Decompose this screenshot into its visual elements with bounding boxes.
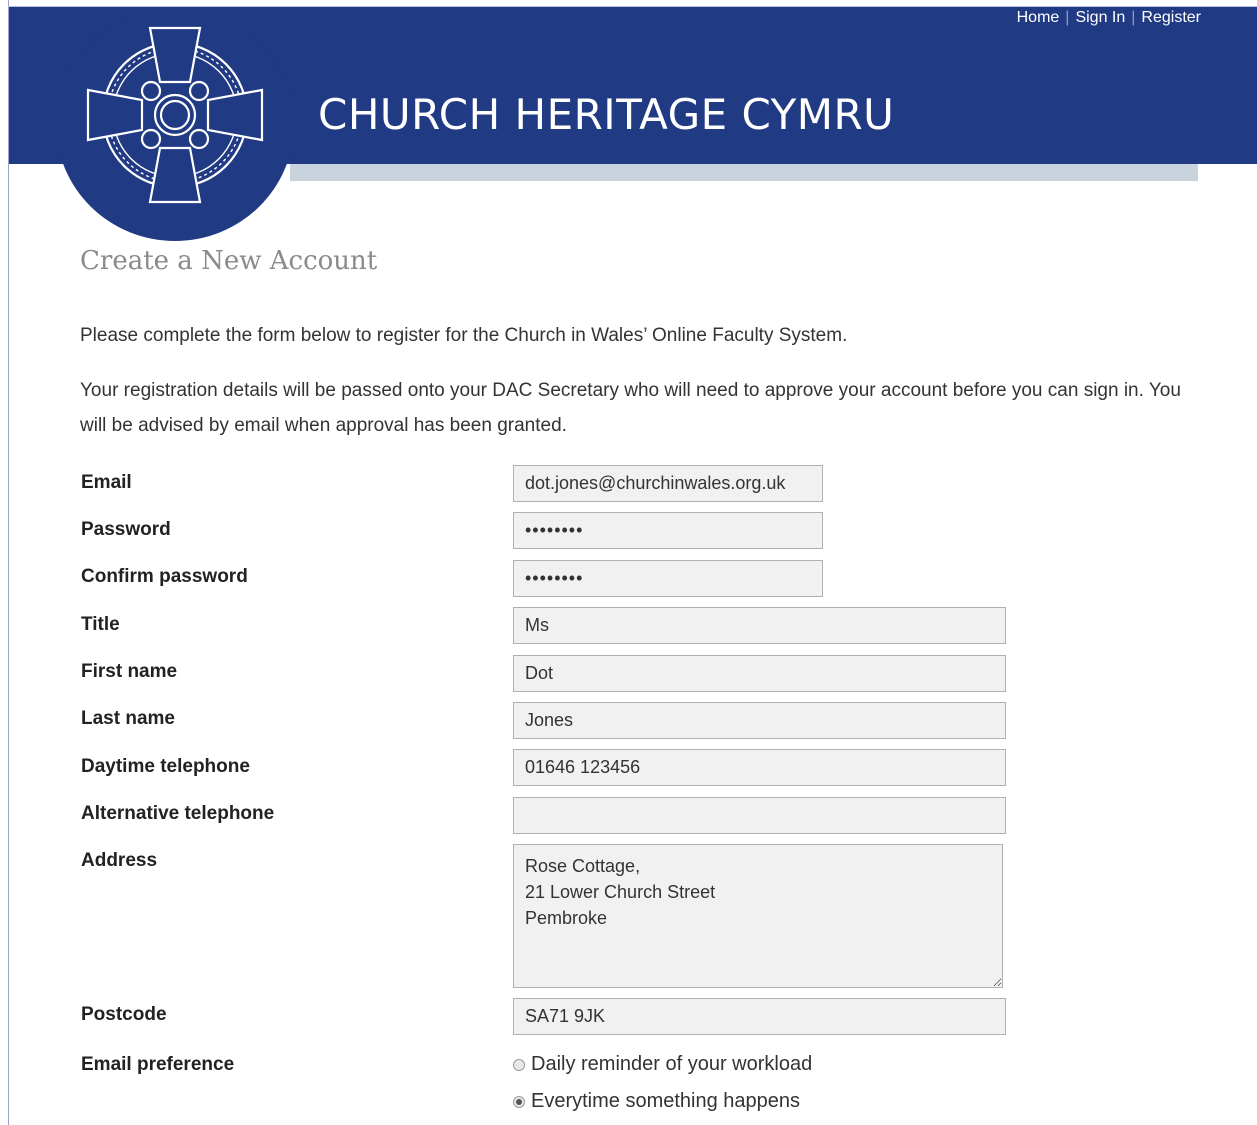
confirm-password-field[interactable] bbox=[513, 560, 823, 597]
address-label: Address bbox=[81, 850, 158, 871]
alternative-telephone-label: Alternative telephone bbox=[81, 803, 275, 824]
daytime-telephone-field[interactable] bbox=[513, 749, 1006, 786]
title-label: Title bbox=[81, 614, 120, 635]
approval-paragraph: Your registration details will be passed… bbox=[80, 380, 1181, 436]
everytime-label: Everytime something happens bbox=[531, 1090, 801, 1112]
nav-home-link[interactable]: Home bbox=[1017, 9, 1060, 26]
celtic-cross-logo-icon[interactable] bbox=[80, 20, 270, 210]
radio-unselected-icon[interactable] bbox=[513, 1058, 525, 1071]
email-field[interactable] bbox=[513, 465, 823, 502]
daytime-telephone-label: Daytime telephone bbox=[81, 756, 250, 777]
header-accent-band bbox=[290, 164, 1198, 181]
nav-sign-in-link[interactable]: Sign In bbox=[1075, 9, 1125, 26]
page-left-border bbox=[8, 0, 9, 1125]
email-preference-label: Email preference bbox=[81, 1054, 235, 1075]
email-preference-daily-option[interactable]: Daily reminder of your workload bbox=[513, 1053, 812, 1076]
password-label: Password bbox=[81, 519, 171, 540]
last-name-field[interactable] bbox=[513, 702, 1006, 739]
postcode-field[interactable] bbox=[513, 998, 1006, 1035]
email-label: Email bbox=[81, 472, 132, 493]
top-navigation: Home | Sign In | Register bbox=[1017, 9, 1201, 27]
confirm-password-label: Confirm password bbox=[81, 566, 248, 587]
first-name-field[interactable] bbox=[513, 655, 1006, 692]
nav-separator: | bbox=[1131, 9, 1136, 26]
title-field[interactable] bbox=[513, 607, 1006, 644]
last-name-label: Last name bbox=[81, 708, 175, 729]
page-title: Create a New Account bbox=[80, 246, 378, 276]
nav-register-link[interactable]: Register bbox=[1141, 9, 1201, 26]
nav-separator: | bbox=[1065, 9, 1070, 26]
intro-paragraph: Please complete the form below to regist… bbox=[80, 325, 848, 346]
site-title: CHURCH HERITAGE CYMRU bbox=[318, 90, 895, 139]
alternative-telephone-field[interactable] bbox=[513, 797, 1006, 834]
password-field[interactable] bbox=[513, 512, 823, 549]
radio-selected-icon[interactable] bbox=[513, 1095, 525, 1108]
email-preference-everytime-option[interactable]: Everytime something happens bbox=[513, 1090, 800, 1113]
address-textarea[interactable]: Rose Cottage, 21 Lower Church Street Pem… bbox=[513, 844, 1003, 988]
first-name-label: First name bbox=[81, 661, 178, 682]
daily-reminder-label: Daily reminder of your workload bbox=[531, 1053, 813, 1075]
postcode-label: Postcode bbox=[81, 1004, 167, 1025]
